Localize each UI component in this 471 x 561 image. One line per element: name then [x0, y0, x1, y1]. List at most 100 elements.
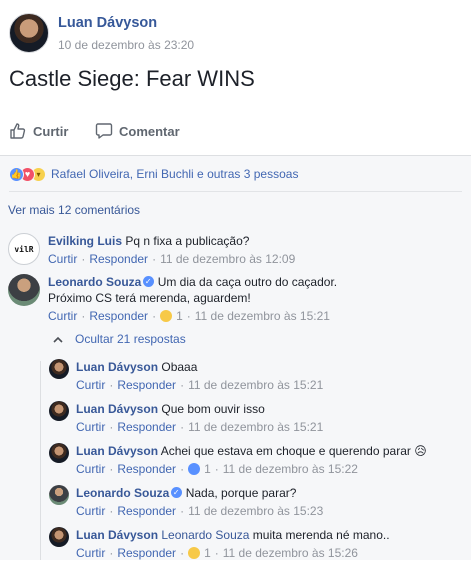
reply-like-link[interactable]: Curtir — [76, 545, 105, 561]
reply-timestamp[interactable]: 11 de dezembro às 15:21 — [188, 419, 323, 435]
separator: · — [186, 309, 191, 323]
hide-replies-label: Ocultar 21 respostas — [75, 332, 186, 346]
comment-like-link[interactable]: Curtir — [48, 308, 77, 324]
reply-reply-link[interactable]: Responder — [117, 377, 176, 393]
reply-body: Luan Dávyson Obaaa Curtir · Responder · … — [76, 359, 323, 393]
replier-name[interactable]: Leonardo Souza — [76, 486, 169, 500]
reply-meta: Curtir · Responder · 11 de dezembro às 1… — [76, 419, 323, 435]
separator: · — [180, 462, 185, 476]
reply: Luan Dávyson Leonardo Souza muita merend… — [49, 527, 390, 561]
separator: · — [180, 546, 185, 560]
like-button[interactable]: Curtir — [9, 122, 68, 140]
reply-body: Leonardo Souza Nada, porque parar? Curti… — [76, 485, 323, 519]
comment-reply-link[interactable]: Responder — [89, 308, 148, 324]
verified-badge-icon — [171, 485, 183, 501]
comment-label: Comentar — [119, 123, 180, 139]
author-avatar[interactable] — [9, 13, 49, 53]
post-meta: Luan Dávyson 10 de dezembro às 23:20 — [58, 15, 194, 57]
reply-reply-link[interactable]: Responder — [117, 461, 176, 477]
reaction-count[interactable]: 1 — [204, 545, 211, 561]
post-timestamp[interactable]: 10 de dezembro às 23:20 — [58, 38, 194, 52]
commenter-name[interactable]: Leonardo Souza — [48, 275, 141, 289]
replier-avatar[interactable] — [49, 527, 69, 547]
reply-body: Luan Dávyson Que bom ouvir isso Curtir ·… — [76, 401, 323, 435]
comment-button[interactable]: Comentar — [95, 122, 180, 140]
reply-timestamp[interactable]: 11 de dezembro às 15:23 — [188, 503, 323, 519]
separator: · — [109, 504, 114, 518]
separator: · — [109, 462, 114, 476]
like-icon: 👍 — [9, 166, 24, 182]
reaction-count[interactable]: 1 — [176, 308, 183, 324]
reactions-summary[interactable]: 👍 ♥ ▾ Rafael Oliveira, Erni Buchli e out… — [9, 166, 298, 182]
replier-avatar[interactable] — [49, 359, 69, 379]
separator: · — [109, 546, 114, 560]
separator: · — [81, 252, 86, 266]
comment: vilR Evilking Luis Pq n fixa a publicaçã… — [8, 233, 295, 267]
replier-name[interactable]: Luan Dávyson — [76, 444, 158, 458]
avatar-text: vilR — [14, 244, 34, 254]
haha-reaction-icon — [160, 310, 173, 322]
comment-reply-link[interactable]: Responder — [89, 251, 148, 267]
commenter-avatar[interactable]: vilR — [8, 233, 40, 265]
comment-meta: Curtir · Responder · 11 de dezembro às 1… — [48, 251, 295, 267]
comment-body: Leonardo Souza Um dia da caça outro do c… — [48, 274, 337, 324]
comment-text-line2: Próximo CS terá merenda, aguardem! — [48, 291, 251, 305]
reply-meta: Curtir · Responder · 11 de dezembro às 1… — [76, 377, 323, 393]
reply-text: Que bom ouvir isso — [161, 402, 265, 416]
reply-timestamp[interactable]: 11 de dezembro às 15:21 — [188, 377, 323, 393]
reply: Leonardo Souza Nada, porque parar? Curti… — [49, 485, 323, 519]
separator: · — [180, 378, 185, 392]
reply-body: Luan Dávyson Leonardo Souza muita merend… — [76, 527, 390, 561]
like-label: Curtir — [33, 123, 69, 139]
reply-like-link[interactable]: Curtir — [76, 503, 105, 519]
commenter-name[interactable]: Evilking Luis — [48, 234, 122, 248]
separator: · — [152, 309, 157, 323]
tagged-user-link[interactable]: Leonardo Souza — [161, 528, 249, 542]
sad-emoji: 😥 — [414, 444, 427, 458]
reactions-names[interactable]: Rafael Oliveira, Erni Buchli e outras 3 … — [51, 167, 298, 181]
post-actions-bar: Curtir Comentar — [0, 110, 471, 156]
like-reaction-icon — [188, 463, 201, 475]
comment-meta: Curtir · Responder · 1 · 11 de dezembro … — [48, 308, 337, 324]
reply-reply-link[interactable]: Responder — [117, 545, 176, 561]
reply-reply-link[interactable]: Responder — [117, 419, 176, 435]
comment-timestamp[interactable]: 11 de dezembro às 15:21 — [195, 308, 330, 324]
reply-meta: Curtir · Responder · 1 · 11 de dezembro … — [76, 461, 427, 477]
separator: · — [152, 252, 157, 266]
view-more-comments-link[interactable]: Ver mais 12 comentários — [8, 203, 140, 217]
separator: · — [180, 420, 185, 434]
reaction-count[interactable]: 1 — [204, 461, 211, 477]
reply-text: Nada, porque parar? — [185, 486, 297, 500]
reply-reply-link[interactable]: Responder — [117, 503, 176, 519]
reply-text: Obaaa — [161, 360, 198, 374]
reply-meta: Curtir · Responder · 1 · 11 de dezembro … — [76, 545, 390, 561]
haha-reaction-icon — [188, 547, 201, 559]
verified-badge-icon — [143, 274, 155, 290]
replier-avatar[interactable] — [49, 401, 69, 421]
post-author-name[interactable]: Luan Dávyson — [58, 15, 194, 31]
reply-timestamp[interactable]: 11 de dezembro às 15:22 — [223, 461, 358, 477]
reply-like-link[interactable]: Curtir — [76, 419, 105, 435]
replier-avatar[interactable] — [49, 443, 69, 463]
comment-text: Pq n fixa a publicação? — [125, 234, 250, 248]
reply-like-link[interactable]: Curtir — [76, 461, 105, 477]
replier-avatar[interactable] — [49, 485, 69, 505]
comment-like-link[interactable]: Curtir — [48, 251, 77, 267]
comments-section: 👍 ♥ ▾ Rafael Oliveira, Erni Buchli e out… — [0, 156, 471, 560]
hide-replies-toggle[interactable]: Ocultar 21 respostas — [53, 332, 186, 346]
reply-thread-line — [40, 361, 41, 560]
comment-text-line1: Um dia da caça outro do caçador. — [157, 275, 338, 289]
replier-name[interactable]: Luan Dávyson — [76, 360, 158, 374]
separator: · — [81, 309, 86, 323]
reply: Luan Dávyson Achei que estava em choque … — [49, 443, 427, 477]
comment-timestamp[interactable]: 11 de dezembro às 12:09 — [160, 251, 295, 267]
post-text: Castle Siege: Fear WINS — [9, 66, 255, 91]
reply-text: muita merenda né mano.. — [252, 528, 390, 542]
replier-name[interactable]: Luan Dávyson — [76, 528, 158, 542]
reply-like-link[interactable]: Curtir — [76, 377, 105, 393]
commenter-avatar[interactable] — [8, 274, 40, 306]
divider — [9, 191, 462, 192]
reply-timestamp[interactable]: 11 de dezembro às 15:26 — [223, 545, 358, 561]
separator: · — [109, 420, 114, 434]
replier-name[interactable]: Luan Dávyson — [76, 402, 158, 416]
